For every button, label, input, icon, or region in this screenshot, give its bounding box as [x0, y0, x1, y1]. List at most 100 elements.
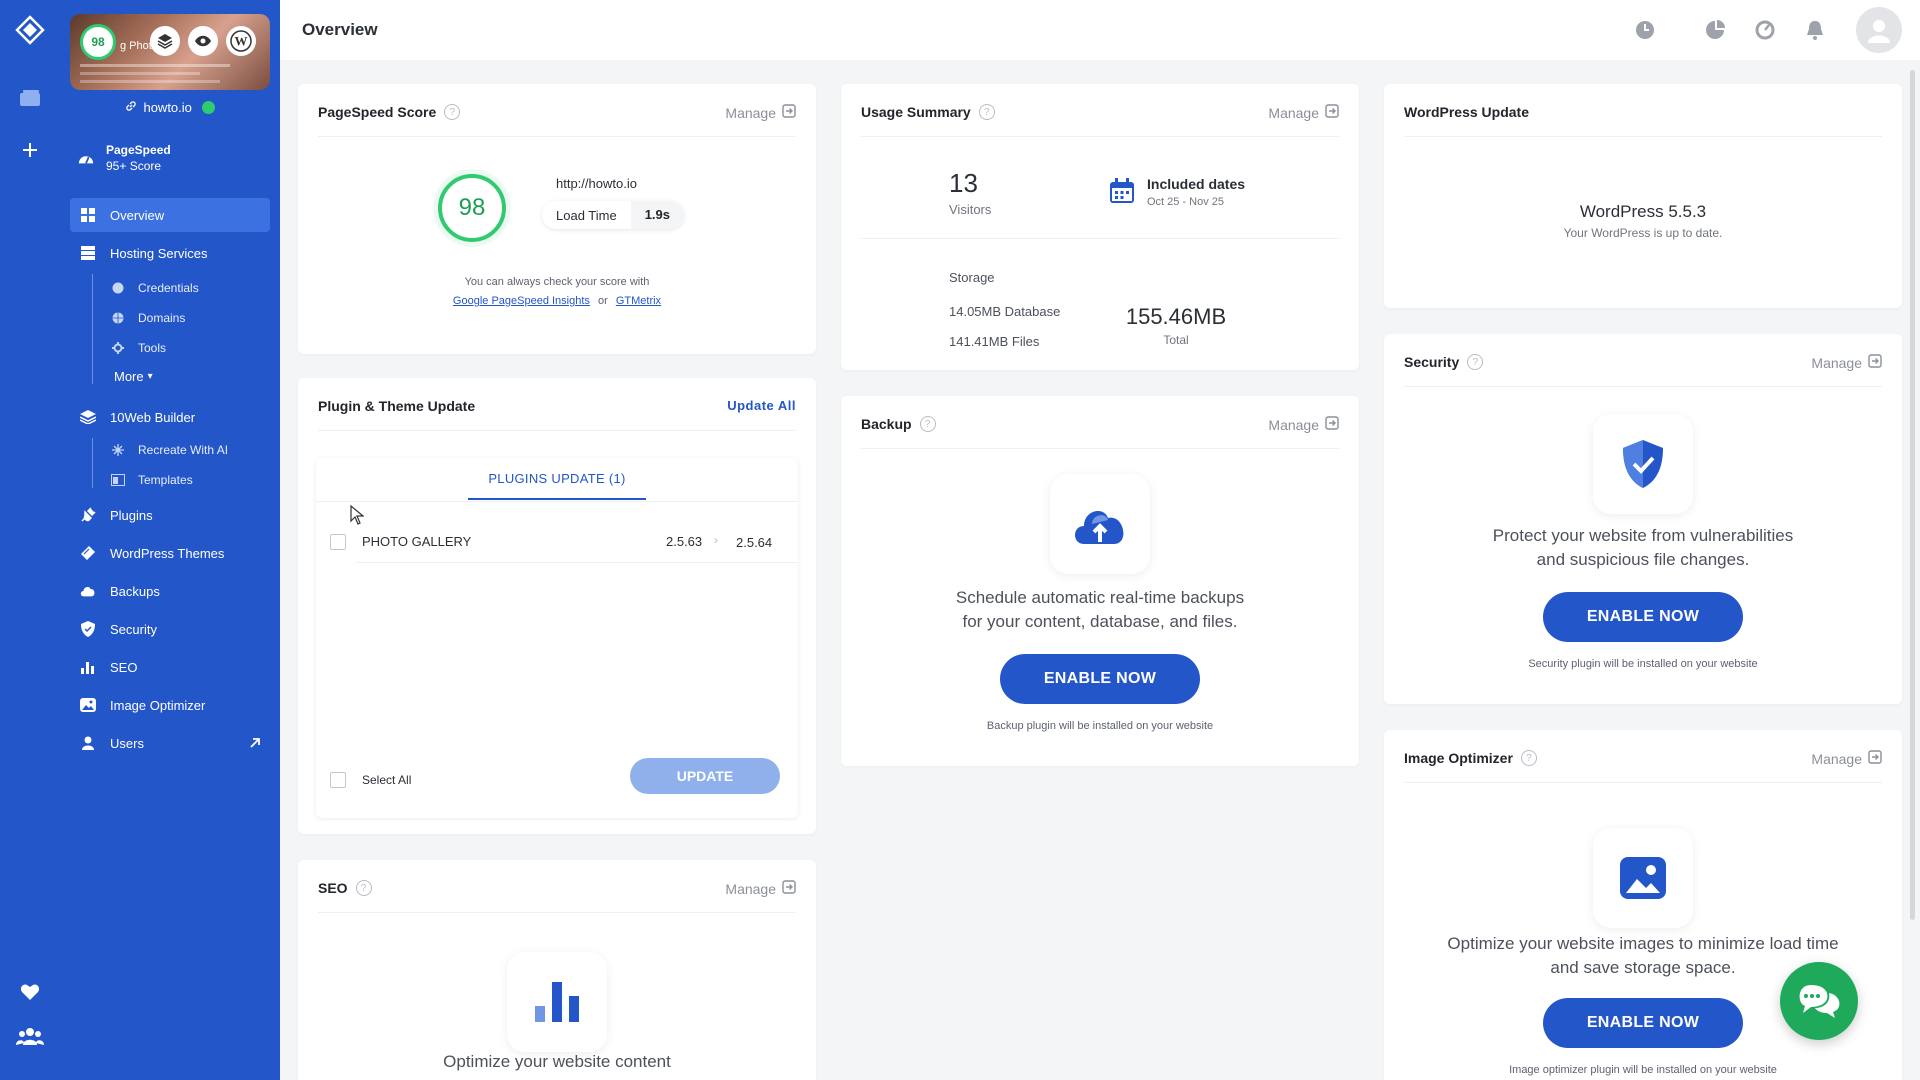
image-optimizer-manage-link[interactable]: Manage: [1811, 750, 1882, 767]
chat-bubble-icon: [1799, 985, 1840, 1018]
load-time-pill: Load Time 1.9s: [542, 201, 685, 229]
sidebar-subitem-label: Recreate With AI: [138, 443, 229, 457]
usage-manage-link[interactable]: Manage: [1268, 104, 1339, 121]
bar-chart-icon: [80, 659, 96, 675]
image-optimizer-enable-button[interactable]: ENABLE NOW: [1543, 998, 1743, 1048]
select-all-label: Select All: [362, 773, 412, 787]
divider: [318, 430, 796, 431]
sidebar-subitem-label: Tools: [138, 341, 167, 355]
card-title: Plugin & Theme Update: [318, 398, 475, 414]
help-icon[interactable]: ?: [919, 416, 936, 432]
help-icon[interactable]: ?: [1467, 354, 1484, 370]
sidebar-item-10web-builder[interactable]: 10Web Builder: [70, 400, 270, 434]
sidebar-item-overview[interactable]: Overview: [70, 198, 270, 232]
plugin-checkbox[interactable]: [330, 534, 346, 550]
top-header: Overview: [280, 0, 1920, 60]
backup-enable-button[interactable]: ENABLE NOW: [1000, 654, 1200, 704]
wordpress-update-card: WordPress Update WordPress 5.5.3 Your Wo…: [1384, 84, 1902, 308]
add-icon[interactable]: [14, 134, 46, 166]
tools-icon: [110, 340, 126, 356]
bell-icon[interactable]: [1803, 18, 1827, 42]
plugin-to-version: 2.5.64: [736, 535, 773, 550]
sidebar-item-plugins[interactable]: Plugins: [70, 498, 270, 532]
history-clock-icon[interactable]: [1633, 18, 1657, 42]
card-title: Image Optimizer ?: [1404, 750, 1537, 766]
storage-files: 141.41MB Files: [949, 334, 1040, 349]
sidebar-item-wordpress-themes[interactable]: WordPress Themes: [70, 536, 270, 570]
seo-card: SEO ? Manage Optimize your website conte…: [298, 860, 816, 1080]
card-title: PageSpeed Score ?: [318, 104, 461, 120]
site-score-badge: 98: [80, 24, 116, 60]
site-url: howto.io: [143, 100, 192, 115]
help-icon[interactable]: ?: [978, 104, 995, 120]
sidebar-item-security[interactable]: Security: [70, 612, 270, 646]
sidebar-pagespeed-title: PageSpeed: [106, 143, 171, 157]
security-note: Security plugin will be installed on you…: [1528, 658, 1758, 670]
sidebar-item-label: Overview: [110, 207, 165, 223]
card-title: SEO ?: [318, 880, 372, 896]
sidebar-subitem-tools[interactable]: Tools: [110, 336, 166, 360]
svg-text:W: W: [235, 34, 248, 49]
tab-plugins-update[interactable]: PLUGINS UPDATE (1): [468, 458, 646, 500]
sparkle-grid-icon: [110, 442, 126, 458]
google-pagespeed-link[interactable]: Google PageSpeed Insights: [453, 295, 590, 307]
site-thumbnail[interactable]: 98 g Phot W: [70, 14, 270, 90]
chat-support-button[interactable]: [1780, 962, 1858, 1040]
pagespeed-manage-link[interactable]: Manage: [725, 104, 796, 121]
server-icon: [80, 245, 96, 261]
plugin-update-card: Plugin & Theme Update Update All PLUGINS…: [298, 378, 816, 834]
tenweb-logo-icon[interactable]: [14, 14, 46, 46]
team-icon[interactable]: [14, 1020, 46, 1052]
update-button[interactable]: UPDATE: [630, 758, 780, 794]
sidebar-subitem-templates[interactable]: Templates: [110, 468, 193, 492]
grid-icon: [80, 207, 96, 223]
backup-manage-link[interactable]: Manage: [1268, 416, 1339, 433]
security-manage-link[interactable]: Manage: [1811, 354, 1882, 371]
backup-note: Backup plugin will be installed on your …: [986, 720, 1214, 732]
manage-arrow-icon: [1868, 750, 1882, 767]
preview-eye-icon[interactable]: [188, 26, 218, 56]
security-title: Security: [1404, 354, 1460, 370]
websites-icon[interactable]: [14, 82, 46, 114]
sidebar-item-label: 10Web Builder: [110, 409, 196, 425]
speed-gauge-icon[interactable]: [1753, 18, 1777, 42]
gtmetrix-link[interactable]: GTMetrix: [616, 295, 661, 307]
help-icon[interactable]: ?: [355, 880, 372, 896]
sidebar-subitem-label: Credentials: [138, 281, 199, 295]
select-all-checkbox[interactable]: [330, 772, 346, 788]
sidebar-item-users[interactable]: Users: [70, 726, 270, 760]
avatar[interactable]: [1856, 7, 1902, 53]
card-title: Usage Summary ?: [861, 104, 995, 120]
pagespeed-title: PageSpeed Score: [318, 104, 437, 120]
sidebar-more-toggle[interactable]: More ▾: [114, 364, 153, 388]
sidebar-item-hosting-services[interactable]: Hosting Services: [70, 236, 270, 270]
wordpress-update-title: WordPress Update: [1404, 104, 1529, 120]
layers-icon[interactable]: [150, 26, 180, 56]
sidebar-item-image-optimizer[interactable]: Image Optimizer: [70, 688, 270, 722]
storage-database: 14.05MB Database: [949, 304, 1061, 319]
link-icon: [125, 100, 137, 115]
page-title: Overview: [302, 20, 378, 39]
site-link[interactable]: howto.io: [60, 100, 280, 115]
divider: [318, 136, 796, 137]
help-icon[interactable]: ?: [1520, 750, 1537, 766]
wordpress-icon[interactable]: W: [226, 26, 256, 56]
update-all-link[interactable]: Update All: [727, 398, 796, 413]
sidebar-pagespeed[interactable]: PageSpeed 95+ Score: [78, 142, 171, 174]
sidebar-subitem-recreate-with-ai[interactable]: Recreate With AI: [110, 438, 228, 462]
security-enable-button[interactable]: ENABLE NOW: [1543, 592, 1743, 642]
sidebar-item-seo[interactable]: SEO: [70, 650, 270, 684]
help-icon[interactable]: ?: [444, 104, 461, 120]
or-text: or: [597, 295, 608, 307]
sidebar-item-backups[interactable]: Backups: [70, 574, 270, 608]
page-scrollbar[interactable]: [1910, 70, 1915, 920]
heart-icon[interactable]: [14, 976, 46, 1008]
sidebar-subitem-domains[interactable]: Domains: [110, 306, 185, 330]
sidebar-subitem-credentials[interactable]: Credentials: [110, 276, 199, 300]
pie-chart-icon[interactable]: [1703, 18, 1727, 42]
visitors-label: Visitors: [949, 202, 992, 217]
divider: [861, 448, 1339, 449]
divider: [356, 562, 798, 563]
image-optimizer-note: Image optimizer plugin will be installed…: [1509, 1064, 1777, 1076]
seo-manage-link[interactable]: Manage: [725, 880, 796, 897]
